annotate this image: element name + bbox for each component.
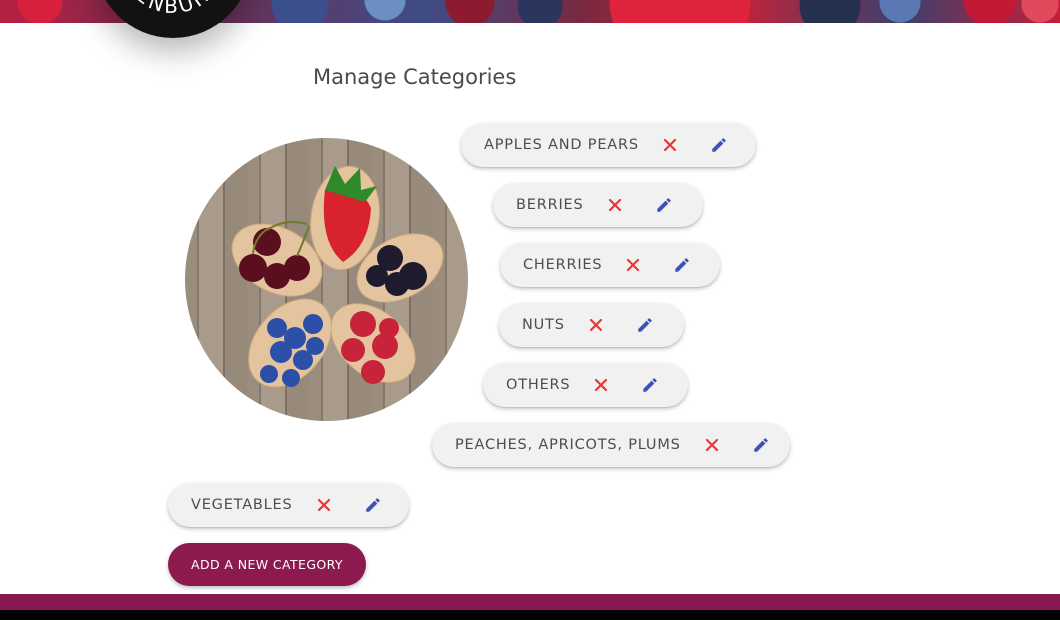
logo-text: ENBUR xyxy=(131,0,214,18)
close-icon[interactable] xyxy=(661,136,679,154)
category-chip-berries: BERRIES xyxy=(493,183,703,227)
pencil-icon[interactable] xyxy=(654,195,674,215)
category-chip-peaches-apricots-plums: PEACHES, APRICOTS, PLUMS xyxy=(432,423,790,467)
footer-bar xyxy=(0,610,1060,620)
close-icon[interactable] xyxy=(703,436,721,454)
fruit-spoons-image xyxy=(185,138,468,421)
close-icon[interactable] xyxy=(592,376,610,394)
pencil-icon[interactable] xyxy=(635,315,655,335)
category-chip-nuts: NUTS xyxy=(499,303,684,347)
footer-band xyxy=(0,594,1060,610)
pencil-icon[interactable] xyxy=(672,255,692,275)
category-chip-vegetables: VEGETABLES xyxy=(168,483,409,527)
category-label: OTHERS xyxy=(506,377,571,393)
category-chip-others: OTHERS xyxy=(483,363,688,407)
category-label: VEGETABLES xyxy=(191,497,293,513)
add-category-button[interactable]: ADD A NEW CATEGORY xyxy=(168,543,366,586)
pencil-icon[interactable] xyxy=(751,435,771,455)
pencil-icon[interactable] xyxy=(640,375,660,395)
category-chip-apples-and-pears: APPLES AND PEARS xyxy=(461,123,756,167)
close-icon[interactable] xyxy=(624,256,642,274)
pencil-icon[interactable] xyxy=(709,135,729,155)
category-label: PEACHES, APRICOTS, PLUMS xyxy=(455,437,681,453)
close-icon[interactable] xyxy=(606,196,624,214)
category-label: BERRIES xyxy=(516,197,584,213)
category-label: APPLES AND PEARS xyxy=(484,137,639,153)
page-title: Manage Categories xyxy=(313,65,517,89)
category-label: NUTS xyxy=(522,317,565,333)
close-icon[interactable] xyxy=(587,316,605,334)
pencil-icon[interactable] xyxy=(363,495,383,515)
close-icon[interactable] xyxy=(315,496,333,514)
logo-badge: ENBUR xyxy=(94,0,252,38)
logo[interactable]: ENBUR xyxy=(94,0,252,38)
category-label: CHERRIES xyxy=(523,257,603,273)
category-chip-cherries: CHERRIES xyxy=(500,243,720,287)
